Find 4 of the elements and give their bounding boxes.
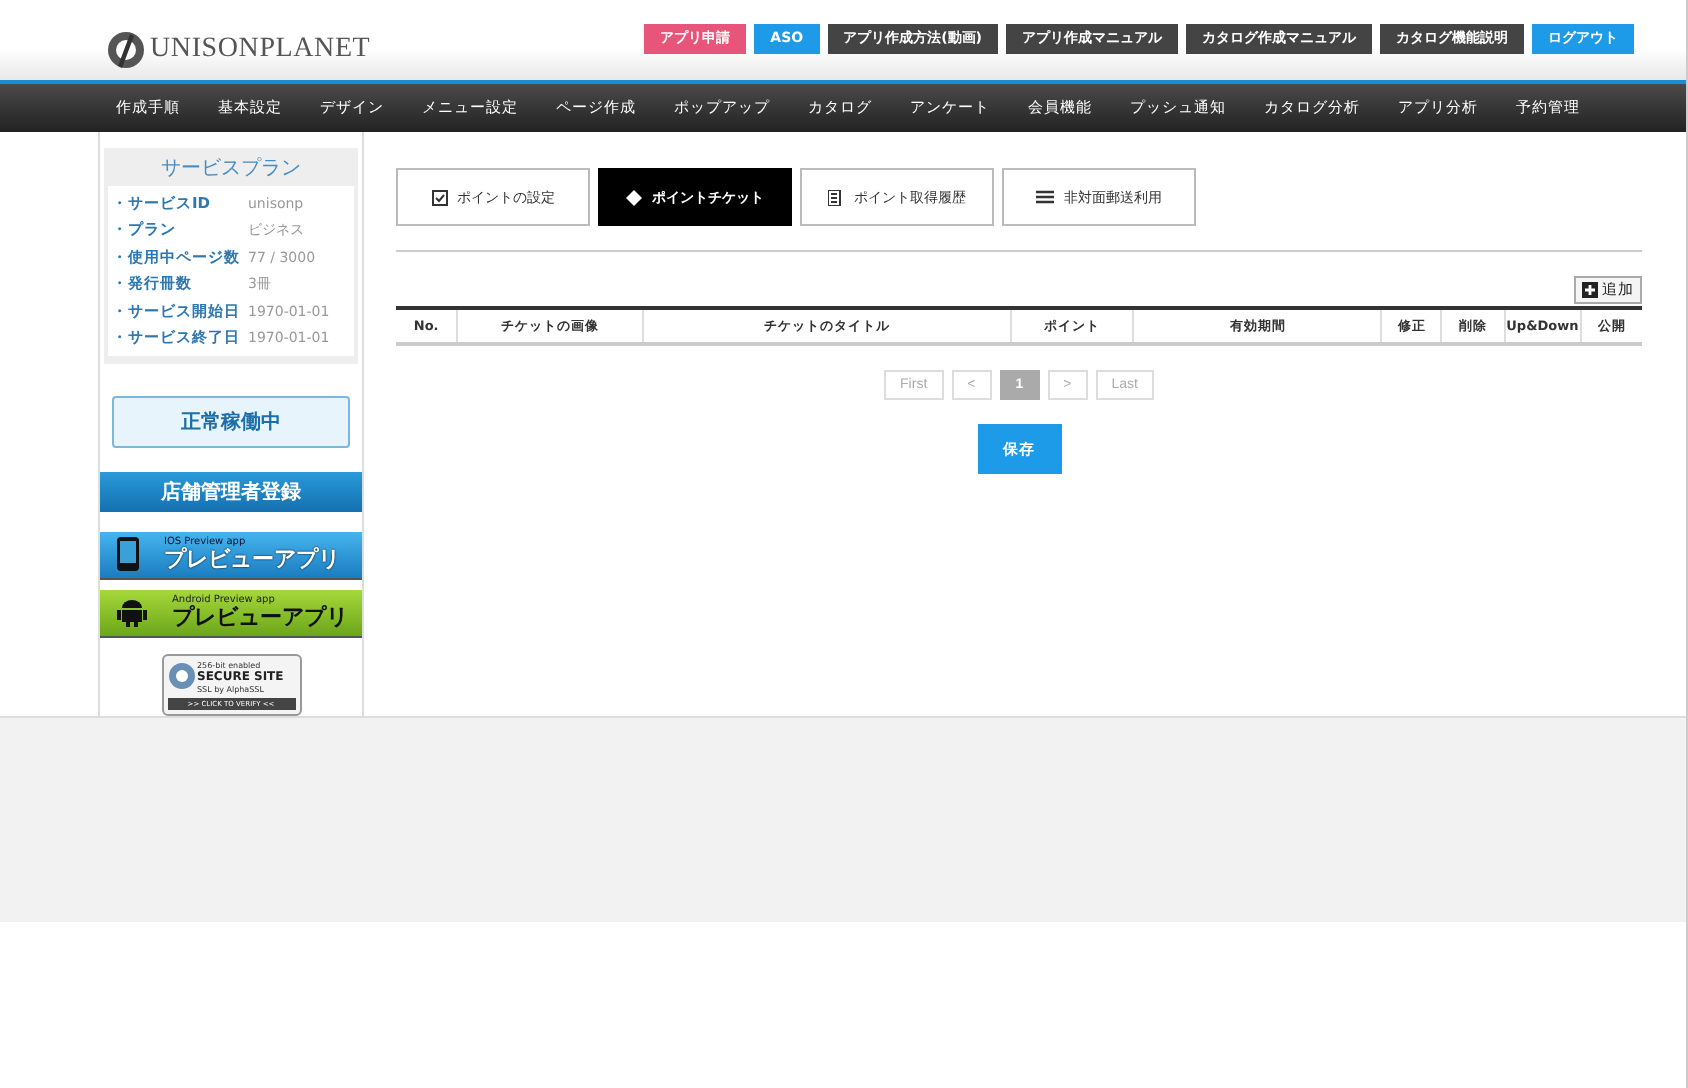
status-box: 正常稼働中: [112, 396, 350, 449]
logo-text: UNISONPLANET: [150, 34, 371, 66]
plan-title: サービスプラン: [159, 155, 303, 184]
manager-register-button[interactable]: 店舗管理者登録: [100, 472, 362, 512]
